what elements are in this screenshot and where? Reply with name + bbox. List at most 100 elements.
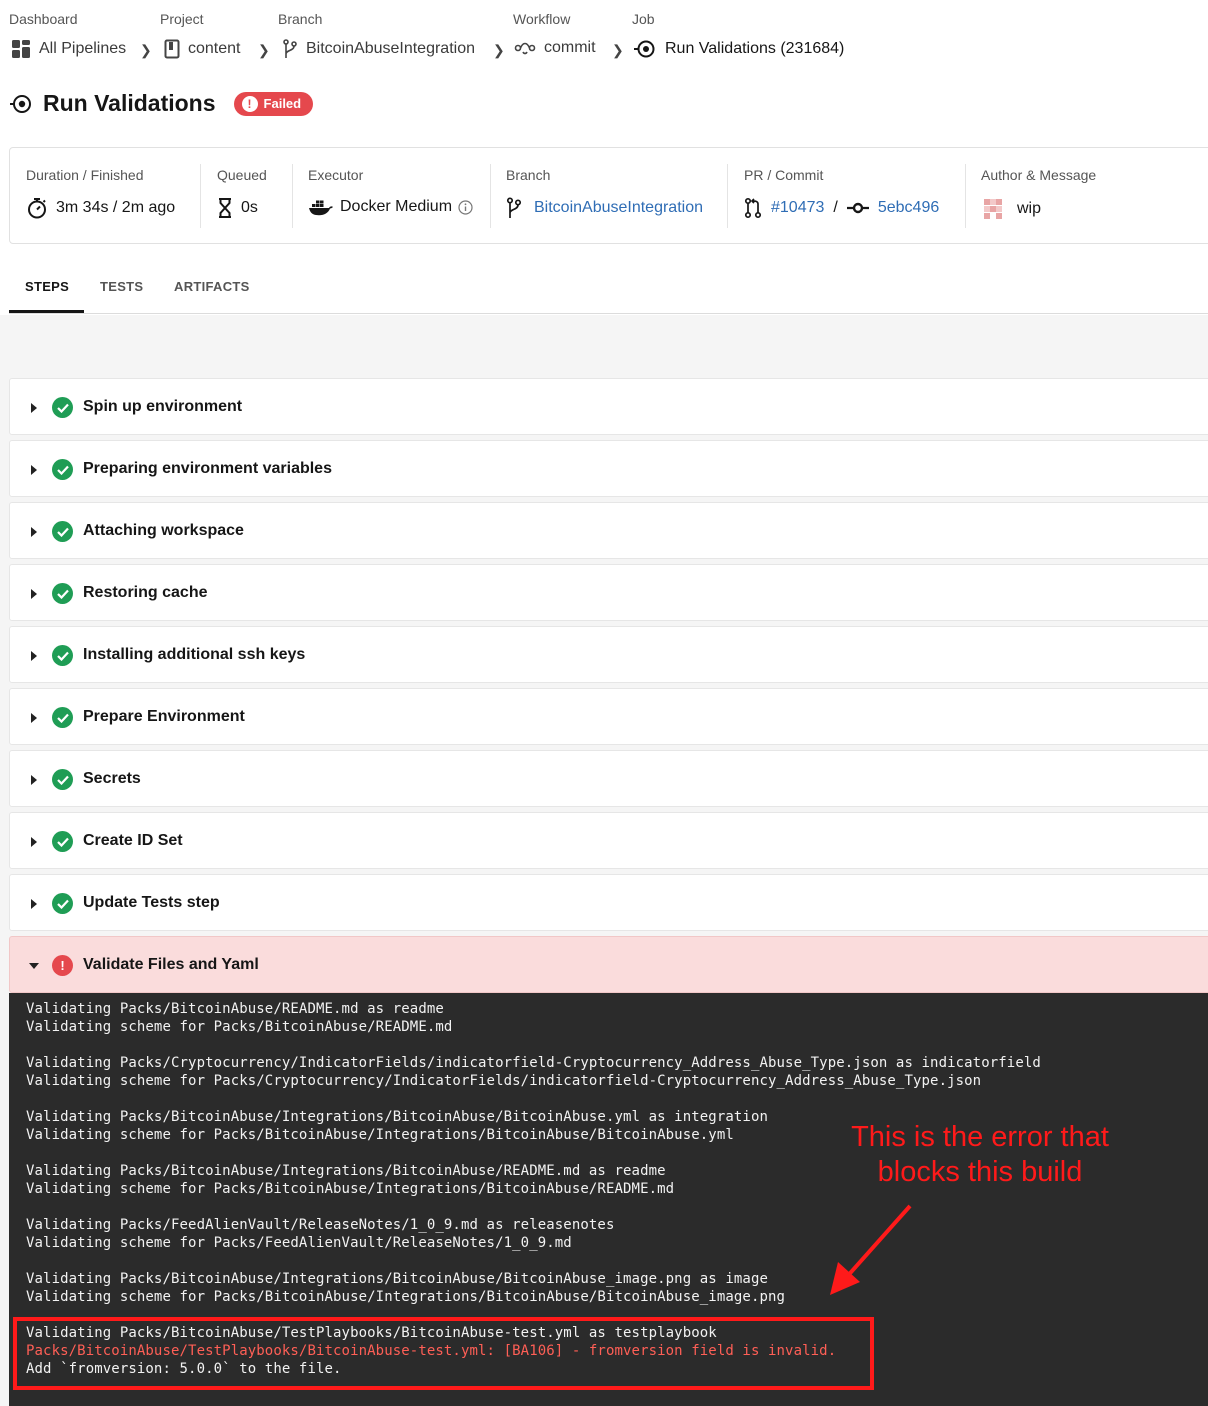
divider <box>727 164 728 228</box>
step-name: Secrets <box>83 770 141 787</box>
job-info-panel: Duration / Finished 3m 34s / 2m ago Queu… <box>9 147 1208 244</box>
alert-icon: ! <box>241 95 258 112</box>
chevron-right-icon: ❯ <box>493 42 505 58</box>
step-row[interactable]: Create ID Set <box>9 812 1208 869</box>
avatar[interactable] <box>981 197 1005 221</box>
check-circle-icon <box>52 521 73 542</box>
chevron-right-icon: ❯ <box>140 42 152 58</box>
step-row[interactable]: Spin up environment <box>9 378 1208 435</box>
step-name: Update Tests step <box>83 894 220 911</box>
hourglass-icon <box>217 197 233 219</box>
workflow-icon <box>514 40 536 56</box>
tab-tests[interactable]: TESTS <box>100 279 143 294</box>
status-badge: ! Failed <box>233 91 314 116</box>
divider <box>292 164 293 228</box>
caret-right-icon <box>31 589 37 599</box>
info-author-header: Author & Message <box>981 167 1097 183</box>
commit-link[interactable]: 5ebc496 <box>878 199 939 217</box>
caret-right-icon <box>31 713 37 723</box>
step-row[interactable]: Attaching workspace <box>9 502 1208 559</box>
caret-right-icon <box>31 775 37 785</box>
annotation-highlight-box <box>13 1317 874 1390</box>
commit-icon <box>846 202 869 214</box>
tab-artifacts[interactable]: ARTIFACTS <box>174 279 250 294</box>
pr-link[interactable]: #10473 <box>771 199 824 217</box>
console-line: Validating Packs/BitcoinAbuse/Integratio… <box>26 1163 666 1179</box>
step-row[interactable]: Prepare Environment <box>9 688 1208 745</box>
job-header: Run Validations ! Failed <box>9 90 314 117</box>
step-name: Restoring cache <box>83 584 208 601</box>
check-circle-icon <box>52 707 73 728</box>
chevron-right-icon: ❯ <box>258 42 270 58</box>
breadcrumb-workflow-link[interactable]: commit <box>544 39 596 57</box>
step-name: Attaching workspace <box>83 522 244 539</box>
divider <box>200 164 201 228</box>
check-circle-icon <box>52 397 73 418</box>
breadcrumb-dashboard-label: Dashboard <box>9 11 78 27</box>
stopwatch-icon <box>26 197 48 219</box>
caret-right-icon <box>31 527 37 537</box>
caret-right-icon <box>31 403 37 413</box>
info-executor-header: Executor <box>308 167 364 183</box>
info-queued-header: Queued <box>217 167 267 183</box>
info-queued-value: 0s <box>241 199 258 216</box>
step-row[interactable]: Update Tests step <box>9 874 1208 931</box>
step-row-failed[interactable]: ! Validate Files and Yaml <box>9 936 1208 993</box>
info-branch-link[interactable]: BitcoinAbuseIntegration <box>534 199 703 217</box>
repo-icon <box>164 39 180 59</box>
step-row[interactable]: Restoring cache <box>9 564 1208 621</box>
branch-icon <box>506 197 522 219</box>
dashboard-grid-icon <box>11 39 31 59</box>
breadcrumb-dashboard-link[interactable]: All Pipelines <box>39 40 126 58</box>
breadcrumb: Dashboard All Pipelines ❯ Project conten… <box>9 0 1199 70</box>
step-row[interactable]: Secrets <box>9 750 1208 807</box>
caret-right-icon <box>31 837 37 847</box>
divider <box>965 164 966 228</box>
breadcrumb-branch-link[interactable]: BitcoinAbuseIntegration <box>306 40 475 58</box>
console-line: Validating Packs/Cryptocurrency/Indicato… <box>26 1055 1041 1071</box>
annotation-text: This is the error that blocks this build <box>830 1120 1130 1190</box>
console-line: Validating Packs/BitcoinAbuse/Integratio… <box>26 1109 768 1125</box>
info-author-message: wip <box>1017 200 1042 217</box>
chevron-right-icon: ❯ <box>612 42 624 58</box>
console-line: Validating scheme for Packs/Cryptocurren… <box>26 1073 982 1089</box>
breadcrumb-branch-label: Branch <box>278 11 323 27</box>
step-name: Create ID Set <box>83 832 183 849</box>
console-line: Validating scheme for Packs/BitcoinAbuse… <box>26 1181 675 1197</box>
pull-request-icon <box>744 197 762 219</box>
page-title: Run Validations <box>43 90 216 116</box>
info-branch-header: Branch <box>506 167 551 183</box>
step-name: Spin up environment <box>83 398 243 415</box>
check-circle-icon <box>52 769 73 790</box>
caret-right-icon <box>31 899 37 909</box>
job-tabs: STEPS TESTS ARTIFACTS <box>9 266 1208 314</box>
console-line: Validating scheme for Packs/BitcoinAbuse… <box>26 1127 734 1143</box>
breadcrumb-project-label: Project <box>160 11 204 27</box>
job-icon <box>633 39 657 59</box>
annotation-line-2: blocks this build <box>877 1156 1083 1188</box>
console-line: Validating Packs/FeedAlienVault/ReleaseN… <box>26 1217 615 1233</box>
breadcrumb-job-current: Run Validations (231684) <box>665 40 845 57</box>
breadcrumb-project-link[interactable]: content <box>188 40 240 58</box>
step-row[interactable]: Installing additional ssh keys <box>9 626 1208 683</box>
info-duration-value: 3m 34s / 2m ago <box>56 199 176 216</box>
tab-steps[interactable]: STEPS <box>25 279 69 294</box>
info-icon[interactable] <box>458 199 473 215</box>
job-icon <box>9 93 33 115</box>
caret-down-icon <box>29 963 39 969</box>
check-circle-icon <box>52 459 73 480</box>
branch-icon <box>282 39 298 59</box>
check-circle-icon <box>52 831 73 852</box>
info-executor-value: Docker Medium <box>340 198 453 215</box>
console-line: Validating Packs/BitcoinAbuse/README.md … <box>26 1001 444 1017</box>
annotation-arrow-icon <box>830 1204 912 1295</box>
step-name: Preparing environment variables <box>83 460 332 477</box>
console-line: Validating scheme for Packs/BitcoinAbuse… <box>26 1019 453 1035</box>
divider <box>490 164 491 228</box>
active-tab-indicator <box>9 310 84 313</box>
step-row[interactable]: Preparing environment variables <box>9 440 1208 497</box>
caret-right-icon <box>31 465 37 475</box>
docker-icon <box>308 197 334 217</box>
error-circle-icon: ! <box>52 955 73 976</box>
console-line: Validating scheme for Packs/BitcoinAbuse… <box>26 1289 786 1305</box>
